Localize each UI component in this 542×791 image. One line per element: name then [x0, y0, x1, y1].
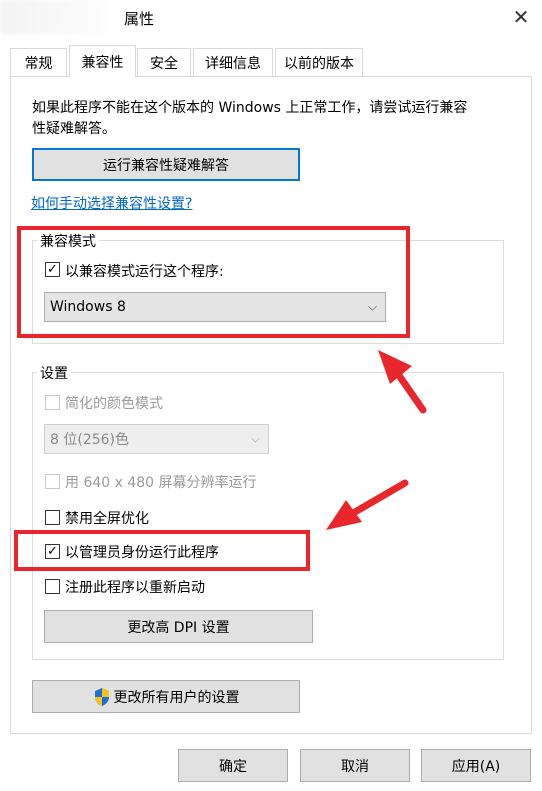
annotation-arrow-up [378, 350, 427, 414]
tab-compatibility[interactable]: 兼容性 [69, 45, 136, 77]
annotation-arrow-left [326, 479, 409, 530]
annotation-arrows [326, 350, 427, 530]
